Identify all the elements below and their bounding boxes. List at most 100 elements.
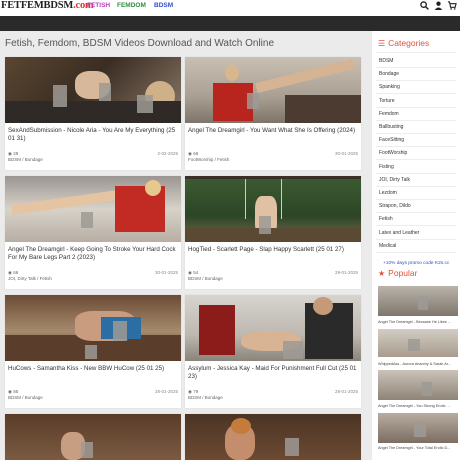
- video-tags[interactable]: JOI, Dirty Talk / Fetish: [8, 276, 52, 281]
- view-count: ◉ 79: [188, 389, 199, 394]
- video-thumbnail[interactable]: [185, 295, 361, 361]
- category-link[interactable]: Fetish: [379, 216, 393, 222]
- video-card[interactable]: Angel The Dreamgirl - Keep Going To Stro…: [5, 176, 181, 289]
- video-card[interactable]: Angel The Dreamgirl - You Want What She …: [185, 57, 361, 170]
- video-card[interactable]: Assylum - Jessica Kay - Maid For Punishm…: [185, 295, 361, 408]
- divider: [376, 225, 456, 227]
- popular-thumbnail[interactable]: [378, 286, 458, 316]
- popular-thumbnail[interactable]: [378, 413, 458, 443]
- video-title[interactable]: Angel The Dreamgirl - Keep Going To Stro…: [8, 246, 180, 262]
- popular-thumbnail[interactable]: [378, 370, 458, 400]
- divider: [376, 67, 456, 68]
- video-title[interactable]: SexAndSubmission - Nicole Aria - You Are…: [8, 127, 180, 143]
- category-link[interactable]: FootWorship: [379, 150, 407, 156]
- divider: [376, 238, 456, 240]
- cart-icon[interactable]: [447, 1, 457, 10]
- video-thumbnail[interactable]: [5, 176, 181, 242]
- divider: [376, 172, 456, 174]
- divider: [376, 251, 456, 253]
- divider: [376, 159, 456, 161]
- divider: [376, 146, 456, 148]
- video-card[interactable]: [185, 414, 361, 460]
- view-count: ◉ 54: [188, 270, 199, 275]
- video-card[interactable]: [5, 414, 181, 460]
- site-logo[interactable]: FETFEMBDSM.com: [1, 0, 94, 12]
- star-icon: ★: [378, 269, 386, 278]
- popular-title[interactable]: Angel The Dreamgirl - Your Total Erotic …: [378, 446, 458, 451]
- eye-icon: ◉: [8, 389, 12, 394]
- post-date: 30-01-2025: [154, 270, 178, 275]
- category-link[interactable]: Spanking: [379, 84, 400, 90]
- category-link[interactable]: Ballbusting: [379, 124, 403, 130]
- page-title: Fetish, Femdom, BDSM Videos Download and…: [5, 38, 275, 49]
- view-count: ◉ 66: [188, 151, 199, 156]
- video-thumbnail[interactable]: [5, 57, 181, 123]
- video-card[interactable]: SexAndSubmission - Nicole Aria - You Are…: [5, 57, 181, 170]
- category-link[interactable]: JOI, Dirty Talk: [379, 177, 410, 183]
- video-thumbnail[interactable]: [5, 295, 181, 361]
- divider: [376, 106, 456, 108]
- post-date: 28-01-2025: [154, 389, 178, 394]
- top-bar: FETFEMBDSM.com FETISH FEMDOM BDSM: [0, 0, 460, 14]
- post-date: 28-01-2025: [334, 389, 358, 394]
- list-icon: ☰: [378, 39, 386, 48]
- eye-icon: ◉: [8, 151, 12, 156]
- video-tags[interactable]: FootWorship / Fetish: [188, 157, 229, 162]
- video-title[interactable]: Assylum - Jessica Kay - Maid For Punishm…: [188, 365, 360, 381]
- video-thumbnail[interactable]: [185, 57, 361, 123]
- user-icon[interactable]: [434, 1, 443, 10]
- video-title[interactable]: HuCows - Samantha Kiss - New BBW HuCow (…: [8, 365, 180, 373]
- divider: [376, 212, 456, 214]
- category-link[interactable]: Torture: [379, 98, 395, 104]
- video-thumbnail[interactable]: [185, 176, 361, 242]
- eye-icon: ◉: [8, 270, 12, 275]
- popular-thumbnail[interactable]: [378, 329, 458, 357]
- post-date: 29-01-2025: [334, 270, 358, 275]
- divider: [376, 185, 456, 187]
- view-count: ◉ 85: [8, 389, 19, 394]
- divider: [376, 52, 456, 53]
- eye-icon: ◉: [188, 270, 192, 275]
- categories-heading: ☰ Categories: [378, 38, 430, 48]
- video-card[interactable]: HogTied - Scarlett Page - Slap Happy Sca…: [185, 176, 361, 289]
- view-count: ◉ 66: [8, 270, 19, 275]
- divider: [376, 80, 456, 82]
- category-link[interactable]: Fisting: [379, 164, 394, 170]
- nav-femdom[interactable]: FEMDOM: [117, 1, 146, 10]
- divider: [376, 93, 456, 95]
- post-date: 2-02-2025: [157, 151, 178, 156]
- search-icon[interactable]: [420, 1, 429, 10]
- nav-bdsm[interactable]: BDSM: [154, 1, 173, 10]
- video-thumbnail[interactable]: [5, 414, 181, 460]
- category-link[interactable]: BDSM: [379, 58, 393, 64]
- popular-title[interactable]: Angel The Dreamgirl - Because He Likes .…: [378, 320, 458, 325]
- post-date: 30-01-2025: [334, 151, 358, 156]
- video-title[interactable]: Angel The Dreamgirl - You Want What She …: [188, 127, 360, 135]
- video-card[interactable]: HuCows - Samantha Kiss - New BBW HuCow (…: [5, 295, 181, 408]
- category-link[interactable]: Lezdom: [379, 190, 397, 196]
- popular-title[interactable]: Angel The Dreamgirl - You Strong Erotic …: [378, 404, 458, 409]
- category-link[interactable]: Strapon, Dildo: [379, 203, 411, 209]
- video-tags[interactable]: BDSM / Bondage: [188, 395, 223, 400]
- category-link[interactable]: FaceSitting: [379, 137, 404, 143]
- popular-heading: ★ Popular: [378, 268, 418, 278]
- video-tags[interactable]: BDSM / Bondage: [8, 395, 43, 400]
- divider: [376, 119, 456, 121]
- popular-title[interactable]: WhippedAss - Aurora Anarchy & Sarah Ar..…: [378, 362, 458, 367]
- divider: [376, 133, 456, 134]
- divider: [376, 199, 456, 200]
- category-link[interactable]: Latex and Leather: [379, 230, 419, 236]
- category-link[interactable]: Femdom: [379, 111, 399, 117]
- category-link[interactable]: Bondage: [379, 71, 399, 77]
- promo-link[interactable]: +10% days promo code K2s.cc: [383, 261, 449, 267]
- video-tags[interactable]: BDSM / Bondage: [188, 276, 223, 281]
- video-title[interactable]: HogTied - Scarlett Page - Slap Happy Sca…: [188, 246, 360, 254]
- nav-dark-bar: [0, 16, 460, 31]
- eye-icon: ◉: [188, 389, 192, 394]
- video-thumbnail[interactable]: [185, 414, 361, 460]
- category-link[interactable]: Medical: [379, 243, 396, 249]
- view-count: ◉ 29: [8, 151, 19, 156]
- video-tags[interactable]: BDSM / Bondage: [8, 157, 43, 162]
- nav-fetish[interactable]: FETISH: [87, 1, 110, 10]
- eye-icon: ◉: [188, 151, 192, 156]
